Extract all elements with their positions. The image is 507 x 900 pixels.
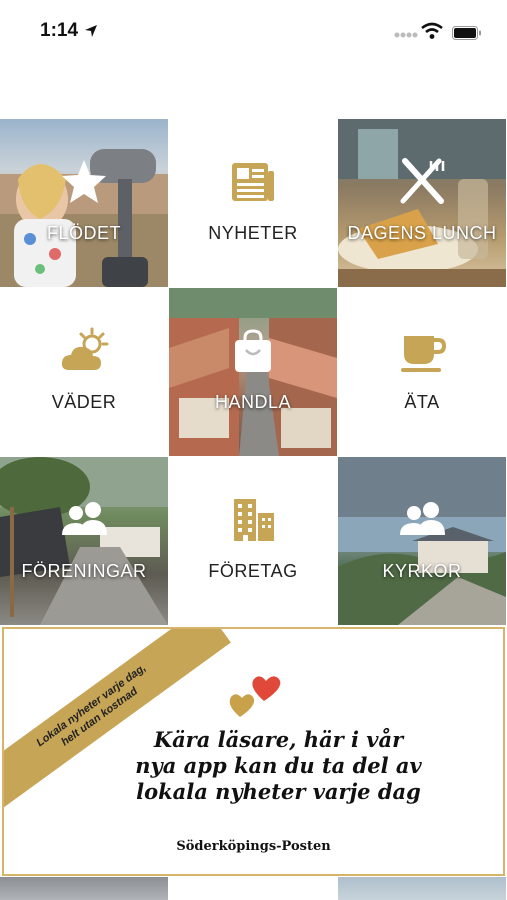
peek-tile-middle[interactable] bbox=[169, 877, 337, 900]
newspaper-brand: Söderköpings-Posten bbox=[176, 839, 331, 854]
tile-nyheter[interactable]: NYHETER bbox=[169, 119, 337, 287]
people-icon bbox=[397, 495, 447, 545]
fork-knife-icon bbox=[397, 157, 447, 207]
status-time: 1:14 bbox=[40, 20, 79, 41]
people-icon bbox=[59, 495, 109, 545]
tile-vader[interactable]: VÄDER bbox=[0, 288, 168, 456]
peek-tile-left[interactable] bbox=[0, 877, 168, 900]
tile-kyrkor[interactable]: KYRKOR bbox=[338, 457, 506, 625]
menu-grid: FLÖDET NYHETER DAGENS LUNCH VÄDER HANDLA… bbox=[0, 119, 507, 626]
tile-label: FÖRETAG bbox=[208, 561, 298, 581]
star-icon bbox=[59, 157, 109, 207]
coffee-cup-icon bbox=[397, 326, 447, 376]
tile-label: KYRKOR bbox=[382, 561, 462, 581]
tile-handla[interactable]: HANDLA bbox=[169, 288, 337, 456]
building-icon bbox=[228, 495, 278, 545]
peek-tile-right[interactable] bbox=[338, 877, 506, 900]
tile-flodet[interactable]: FLÖDET bbox=[0, 119, 168, 287]
cellular-signal-icon bbox=[394, 32, 418, 38]
shopping-bag-icon bbox=[228, 326, 278, 376]
tile-label: FLÖDET bbox=[46, 223, 121, 243]
weather-icon bbox=[59, 326, 109, 376]
tile-ata[interactable]: ÄTA bbox=[338, 288, 506, 456]
battery-icon bbox=[452, 26, 481, 40]
message-line-3: lokala nyheter varje dag bbox=[136, 779, 421, 804]
tile-label: NYHETER bbox=[208, 223, 298, 243]
welcome-banner[interactable]: Lokala nyheter varje dag, helt utan kost… bbox=[2, 627, 505, 876]
tile-label: VÄDER bbox=[51, 392, 117, 412]
tile-label: DAGENS LUNCH bbox=[347, 223, 497, 243]
welcome-message: Kära läsare, här i vår nya app kan du ta… bbox=[94, 727, 463, 805]
next-row-peek bbox=[0, 877, 507, 900]
message-line-2: nya app kan du ta del av bbox=[135, 753, 422, 778]
status-bar: 1:14 bbox=[0, 0, 507, 60]
hearts-icon bbox=[229, 676, 281, 717]
tile-label: HANDLA bbox=[214, 392, 292, 412]
newspaper-icon bbox=[228, 157, 278, 207]
tile-dagens-lunch[interactable]: DAGENS LUNCH bbox=[338, 119, 506, 287]
message-line-1: Kära läsare, här i vår bbox=[153, 727, 404, 752]
tile-foreningar[interactable]: FÖRENINGAR bbox=[0, 457, 168, 625]
location-arrow-icon bbox=[85, 25, 97, 37]
tile-label: FÖRENINGAR bbox=[21, 561, 147, 581]
tile-label: ÄTA bbox=[404, 392, 440, 412]
wifi-icon bbox=[421, 22, 443, 39]
tile-foretag[interactable]: FÖRETAG bbox=[169, 457, 337, 625]
